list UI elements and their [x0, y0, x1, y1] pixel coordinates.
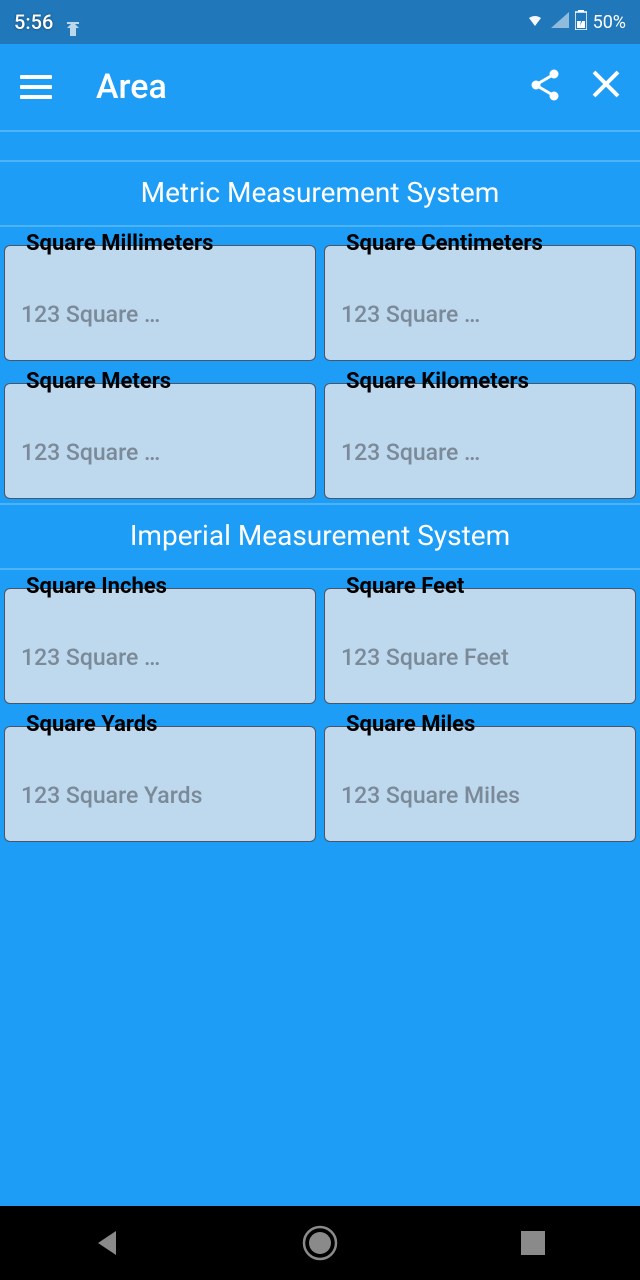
field-square-feet: Square Feet: [324, 574, 636, 704]
field-label: Square Inches: [22, 574, 171, 599]
field-square-inches: Square Inches: [4, 574, 316, 704]
field-label: Square Yards: [22, 712, 161, 737]
field-label: Square Miles: [342, 712, 479, 737]
back-button[interactable]: [47, 1229, 167, 1257]
metric-grid: Square Millimeters Square Centimeters Sq…: [0, 227, 640, 503]
input-square-centimeters[interactable]: [324, 245, 636, 361]
navigation-bar: [0, 1206, 640, 1280]
section-header-metric: Metric Measurement System: [0, 162, 640, 227]
status-time: 5:56: [14, 10, 53, 34]
input-square-millimeters[interactable]: [4, 245, 316, 361]
field-square-millimeters: Square Millimeters: [4, 231, 316, 361]
field-label: Square Centimeters: [342, 231, 547, 256]
field-square-centimeters: Square Centimeters: [324, 231, 636, 361]
share-icon[interactable]: [530, 69, 560, 105]
input-square-inches[interactable]: [4, 588, 316, 704]
battery-percentage: 50%: [593, 12, 626, 33]
section-header-imperial: Imperial Measurement System: [0, 503, 640, 570]
signal-icon: [551, 12, 569, 33]
wifi-icon: [525, 12, 545, 33]
page-title: Area: [96, 67, 530, 107]
home-button[interactable]: [260, 1225, 380, 1261]
input-square-kilometers[interactable]: [324, 383, 636, 499]
field-square-meters: Square Meters: [4, 369, 316, 499]
imperial-grid: Square Inches Square Feet Square Yards S…: [0, 570, 640, 846]
input-square-meters[interactable]: [4, 383, 316, 499]
status-bar: 5:56 50%: [0, 0, 640, 44]
app-bar: Area: [0, 44, 640, 132]
field-label: Square Millimeters: [22, 231, 217, 256]
input-square-feet[interactable]: [324, 588, 636, 704]
input-square-yards[interactable]: [4, 726, 316, 842]
divider: [0, 132, 640, 162]
field-label: Square Kilometers: [342, 369, 533, 394]
close-icon[interactable]: [592, 70, 620, 104]
recent-button[interactable]: [473, 1231, 593, 1255]
battery-icon: [575, 10, 587, 35]
field-label: Square Feet: [342, 574, 468, 599]
input-square-miles[interactable]: [324, 726, 636, 842]
field-label: Square Meters: [22, 369, 175, 394]
menu-icon[interactable]: [20, 75, 52, 99]
field-square-yards: Square Yards: [4, 712, 316, 842]
field-square-kilometers: Square Kilometers: [324, 369, 636, 499]
field-square-miles: Square Miles: [324, 712, 636, 842]
